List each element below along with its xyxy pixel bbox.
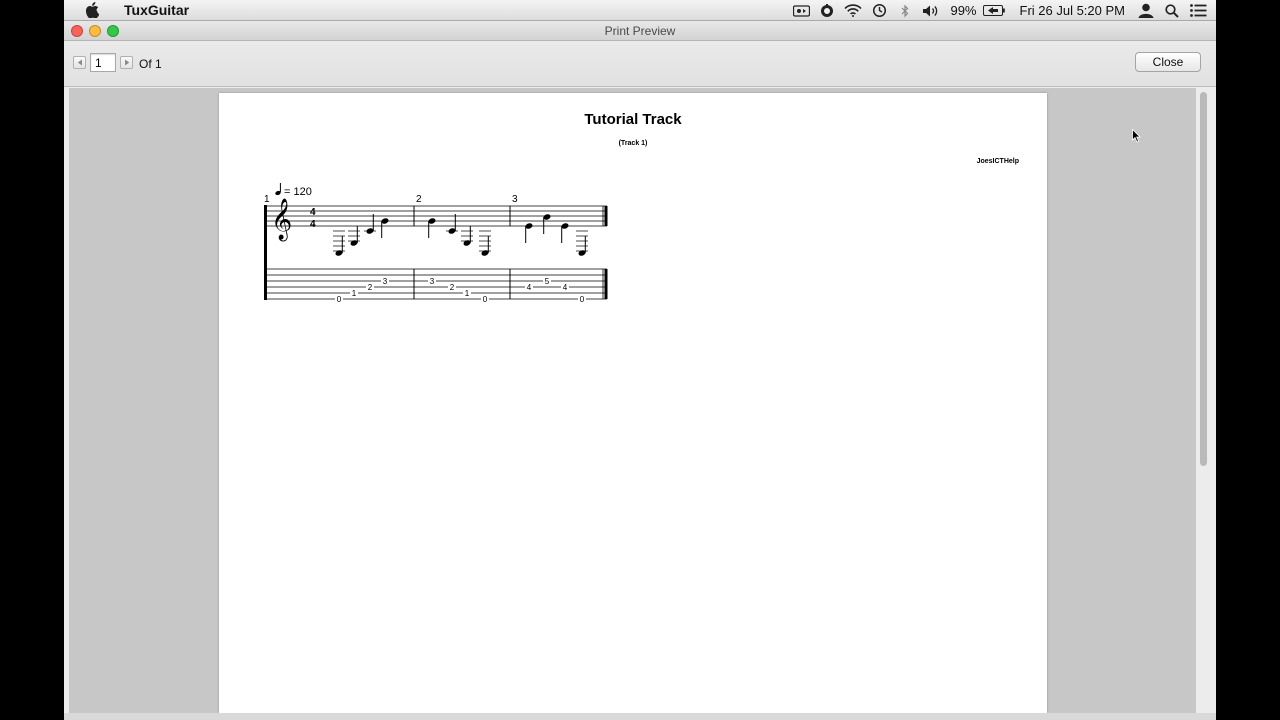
treble-clef-icon: 𝄞 bbox=[271, 198, 292, 241]
sync-icon[interactable] bbox=[817, 0, 837, 21]
preview-toolbar: Of 1 Close bbox=[64, 41, 1216, 87]
track-subtitle: (Track 1) bbox=[618, 140, 648, 147]
print-page: Tutorial Track (Track 1) JoesICTHelp = 1… bbox=[219, 93, 1047, 713]
previous-page-button[interactable] bbox=[73, 56, 86, 69]
scrollbar-thumb[interactable] bbox=[1200, 92, 1207, 466]
bluetooth-icon[interactable] bbox=[895, 0, 915, 21]
fret-number: 0 bbox=[483, 295, 488, 304]
mouse-cursor-icon bbox=[1132, 128, 1142, 148]
preview-canvas[interactable]: Tutorial Track (Track 1) JoesICTHelp = 1… bbox=[69, 88, 1196, 713]
wifi-icon[interactable] bbox=[843, 0, 863, 21]
fret-number: 2 bbox=[368, 283, 373, 292]
author-label: JoesICTHelp bbox=[976, 158, 1019, 165]
song-title: Tutorial Track bbox=[584, 111, 682, 128]
screen: TuxGuitar 99% Fri 26 Jul 5:20 PM Print P… bbox=[64, 0, 1216, 720]
tempo-marking: = 120 bbox=[275, 183, 312, 198]
status-menus: 99% Fri 26 Jul 5:20 PM bbox=[788, 0, 1216, 21]
notification-center-icon[interactable] bbox=[1188, 0, 1208, 21]
next-page-button[interactable] bbox=[120, 56, 133, 69]
fret-number: 5 bbox=[545, 277, 550, 286]
fret-number: 1 bbox=[465, 289, 470, 298]
fret-number: 1 bbox=[352, 289, 357, 298]
fret-number: 0 bbox=[337, 295, 342, 304]
window-bottom-edge bbox=[64, 713, 1216, 720]
fret-number: 2 bbox=[450, 283, 455, 292]
spotlight-icon[interactable] bbox=[1162, 0, 1182, 21]
fret-number: 4 bbox=[527, 283, 532, 292]
measure-number: 3 bbox=[512, 194, 518, 205]
score-system: = 120 1 2 3 𝄞 4 4 0 1 2 3 3 2 1 0 4 5 4 0 bbox=[264, 183, 608, 304]
fret-number: 3 bbox=[430, 277, 435, 286]
clock[interactable]: Fri 26 Jul 5:20 PM bbox=[1020, 3, 1126, 18]
title-bar[interactable]: Print Preview bbox=[64, 21, 1216, 41]
measure-number: 1 bbox=[264, 194, 270, 205]
page-count-label: Of 1 bbox=[139, 57, 162, 71]
screen-record-icon[interactable] bbox=[791, 0, 811, 21]
arrow-right-icon bbox=[124, 59, 129, 66]
time-machine-icon[interactable] bbox=[869, 0, 889, 21]
print-preview-window: Print Preview Of 1 Close Tutorial Track … bbox=[64, 21, 1216, 720]
user-icon[interactable] bbox=[1136, 0, 1156, 21]
vertical-scrollbar[interactable] bbox=[1197, 88, 1210, 713]
volume-icon[interactable] bbox=[921, 0, 941, 21]
system-bracket bbox=[264, 205, 267, 300]
measure-number: 2 bbox=[416, 194, 422, 205]
app-menu-title[interactable]: TuxGuitar bbox=[124, 2, 189, 18]
battery-percent: 99% bbox=[950, 3, 977, 18]
time-signature-top: 4 bbox=[310, 207, 316, 218]
window-title: Print Preview bbox=[604, 24, 676, 38]
close-button[interactable]: Close bbox=[1135, 52, 1201, 72]
battery-icon[interactable] bbox=[982, 0, 1005, 21]
page-number-input[interactable] bbox=[90, 53, 116, 72]
arrow-left-icon bbox=[77, 59, 82, 66]
apple-icon[interactable] bbox=[82, 1, 102, 19]
menu-bar: TuxGuitar 99% Fri 26 Jul 5:20 PM bbox=[64, 0, 1216, 21]
fret-number: 3 bbox=[383, 277, 388, 286]
fret-number: 4 bbox=[563, 283, 568, 292]
time-signature-bottom: 4 bbox=[310, 219, 316, 230]
fret-number: 0 bbox=[580, 295, 585, 304]
notes bbox=[333, 214, 588, 256]
tempo-value: = 120 bbox=[284, 186, 312, 198]
